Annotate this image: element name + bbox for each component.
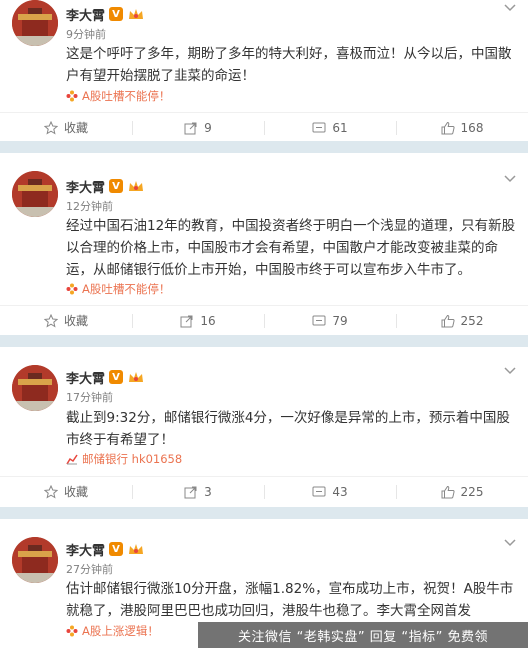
- repost-icon: [184, 486, 197, 498]
- thumbs-up-icon: [441, 121, 455, 134]
- avatar[interactable]: [12, 365, 58, 411]
- comment-count: 43: [332, 484, 348, 499]
- collect-button[interactable]: 收藏: [0, 113, 132, 142]
- user-name[interactable]: 李大霄: [66, 177, 105, 196]
- post-card: 李大霄 V 9分钟前 这是个呼吁了多年，期盼了多年的特大利好，喜极而泣！从今以后…: [0, 0, 528, 141]
- stock-chart-icon: [66, 454, 78, 465]
- like-count: 225: [460, 484, 484, 499]
- repost-icon: [180, 315, 193, 327]
- chevron-down-icon[interactable]: [504, 367, 516, 375]
- chevron-down-icon[interactable]: [504, 539, 516, 547]
- star-icon: [43, 484, 58, 499]
- like-button[interactable]: 252: [396, 306, 528, 335]
- star-icon: [43, 313, 58, 328]
- topic-tag-label: A股吐槽不能停！: [82, 282, 171, 296]
- comment-button[interactable]: 79: [264, 306, 396, 335]
- comment-icon: [312, 486, 326, 496]
- repost-button[interactable]: 3: [132, 477, 264, 506]
- post-text: 这是个呼吁了多年，期盼了多年的特大利好，喜极而泣！从今以后，中国散户有望开始摆脱…: [66, 46, 512, 84]
- verified-badge-icon: V: [109, 370, 124, 384]
- topic-tag[interactable]: A股吐槽不能停！: [66, 88, 170, 104]
- like-count: 252: [460, 313, 484, 328]
- avatar[interactable]: [12, 0, 58, 46]
- action-bar: 收藏 9 61 168: [0, 112, 528, 142]
- crown-icon: [129, 372, 144, 382]
- collect-button[interactable]: 收藏: [0, 306, 132, 335]
- comment-icon: [312, 315, 326, 325]
- crown-icon: [129, 181, 144, 191]
- thumbs-up-icon: [441, 485, 455, 498]
- post-time[interactable]: 9分钟前: [66, 26, 106, 42]
- comment-button[interactable]: 43: [264, 477, 396, 506]
- chevron-down-icon[interactable]: [504, 175, 516, 183]
- comment-icon: [312, 122, 326, 132]
- crown-icon: [129, 544, 144, 554]
- star-icon: [43, 120, 58, 135]
- flower-icon: [66, 283, 78, 295]
- like-button[interactable]: 168: [396, 113, 528, 142]
- repost-count: 9: [204, 120, 212, 135]
- verified-badge-icon: V: [109, 542, 124, 556]
- flower-icon: [66, 625, 78, 637]
- topic-tag[interactable]: A股吐槽不能停！: [66, 281, 170, 297]
- watermark-banner: 关注微信 “老韩实盘” 回复 “指标” 免费领: [198, 622, 528, 648]
- action-bar: 收藏 3 43 225: [0, 476, 528, 506]
- post-text: 估计邮储银行微涨10分开盘，涨幅1.82%，宣布成功上市，祝贺！A股牛市就稳了，…: [66, 581, 514, 619]
- topic-tag-label: A股上涨逻辑！: [82, 624, 159, 638]
- crown-icon: [129, 9, 144, 19]
- comment-count: 61: [332, 120, 348, 135]
- post-text: 截止到9:32分，邮储银行微涨4分，一次好像是异常的上市，预示着中国股市终于有希…: [66, 410, 510, 448]
- user-name[interactable]: 李大霄: [66, 368, 105, 387]
- action-bar: 收藏 16 79 252: [0, 305, 528, 335]
- verified-badge-icon: V: [109, 179, 124, 193]
- comment-button[interactable]: 61: [264, 113, 396, 142]
- user-name[interactable]: 李大霄: [66, 5, 105, 24]
- post-time[interactable]: 12分钟前: [66, 198, 113, 214]
- avatar[interactable]: [12, 171, 58, 217]
- stock-tag-label: 邮储银行 hk01658: [82, 452, 183, 466]
- like-button[interactable]: 225: [396, 477, 528, 506]
- collect-button[interactable]: 收藏: [0, 477, 132, 506]
- repost-icon: [184, 122, 197, 134]
- post-time[interactable]: 17分钟前: [66, 389, 113, 405]
- verified-badge-icon: V: [109, 7, 124, 21]
- collect-label: 收藏: [63, 121, 88, 135]
- user-name[interactable]: 李大霄: [66, 540, 105, 559]
- repost-count: 16: [200, 313, 216, 328]
- collect-label: 收藏: [63, 485, 88, 499]
- repost-count: 3: [204, 484, 212, 499]
- collect-label: 收藏: [63, 314, 88, 328]
- comment-count: 79: [332, 313, 348, 328]
- post-time[interactable]: 27分钟前: [66, 561, 113, 577]
- post-card: 李大霄 V 12分钟前 经过中国石油12年的教育，中国投资者终于明白一个浅显的道…: [0, 153, 528, 335]
- topic-tag[interactable]: A股上涨逻辑！: [66, 623, 159, 639]
- thumbs-up-icon: [441, 314, 455, 327]
- stock-tag[interactable]: 邮储银行 hk01658: [66, 451, 182, 467]
- avatar[interactable]: [12, 537, 58, 583]
- flower-icon: [66, 90, 78, 102]
- topic-tag-label: A股吐槽不能停！: [82, 89, 171, 103]
- repost-button[interactable]: 16: [132, 306, 264, 335]
- repost-button[interactable]: 9: [132, 113, 264, 142]
- like-count: 168: [460, 120, 484, 135]
- post-card: 李大霄 V 17分钟前 截止到9:32分，邮储银行微涨4分，一次好像是异常的上市…: [0, 347, 528, 507]
- chevron-down-icon[interactable]: [504, 4, 516, 12]
- post-text: 经过中国石油12年的教育，中国投资者终于明白一个浅显的道理，只有新股以合理的价格…: [66, 218, 516, 278]
